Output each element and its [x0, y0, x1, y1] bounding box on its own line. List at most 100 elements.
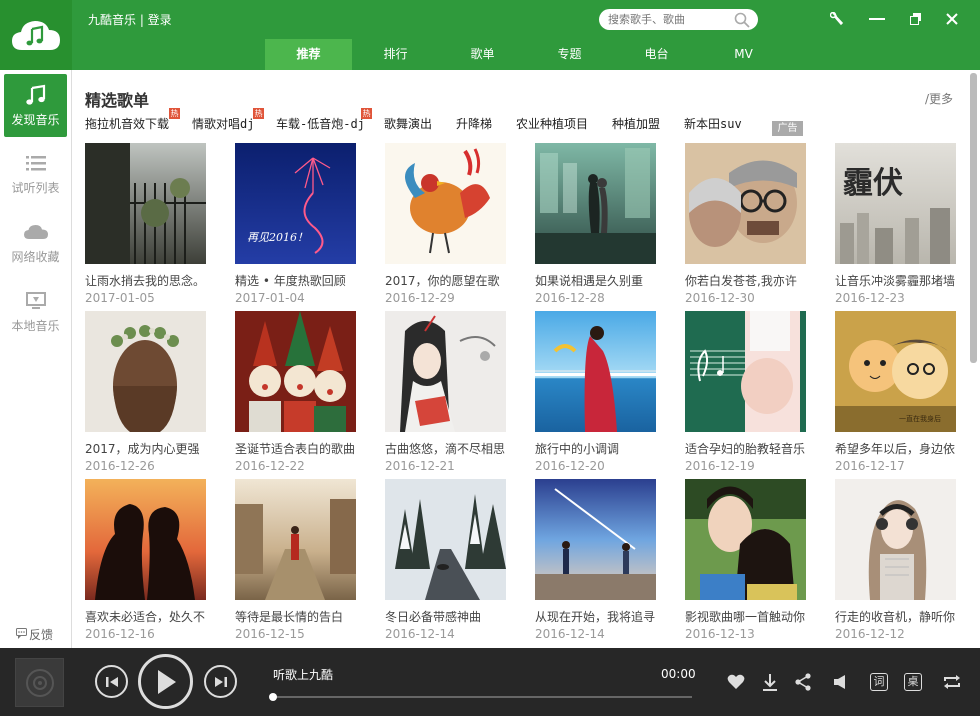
play-button[interactable] [138, 654, 193, 709]
feedback-link[interactable]: 反馈 [16, 626, 53, 643]
playlist-cover[interactable] [235, 479, 356, 600]
playlist-title[interactable]: 古曲悠悠，滴不尽相思 [385, 440, 506, 455]
settings-wrench-icon[interactable] [826, 8, 848, 30]
tab-topics[interactable]: 专题 [526, 39, 613, 70]
tab-playlists[interactable]: 歌单 [439, 39, 526, 70]
playlist-cover[interactable] [535, 479, 656, 600]
app-logo[interactable] [0, 0, 72, 70]
tag-link[interactable]: 升降梯 [456, 115, 492, 132]
tag-link[interactable]: 拖拉机音效下载热 [85, 108, 180, 132]
lyrics-button[interactable]: 词 [868, 671, 890, 693]
playlist-cover[interactable] [835, 479, 956, 600]
tab-ranking[interactable]: 排行 [352, 39, 439, 70]
playlist-cover[interactable] [385, 143, 506, 264]
playlist-card[interactable]: 古曲悠悠，滴不尽相思 2016-12-21 [385, 311, 506, 473]
tag-link[interactable]: 情歌对唱dj 热 [192, 108, 264, 132]
playlist-cover[interactable]: 一直在我身后 [835, 311, 956, 432]
playlist-cover[interactable] [85, 143, 206, 264]
desktop-lyrics-button[interactable]: 桌 [902, 671, 924, 693]
playlist-title[interactable]: 等待是最长情的告白 [235, 608, 356, 623]
app-title-login[interactable]: 九酷音乐 | 登录 [88, 11, 172, 28]
playlist-title[interactable]: 喜欢未必适合，处久不 [85, 608, 206, 623]
previous-button[interactable] [95, 665, 128, 698]
disc-icon [25, 668, 54, 697]
playlist-cover[interactable]: 再见2016！ [235, 143, 356, 264]
playlist-card[interactable]: 冬日必备带感神曲 2016-12-14 [385, 479, 506, 641]
playlist-card[interactable]: 让雨水捎去我的思念。 2017-01-05 [85, 143, 206, 305]
playlist-card[interactable]: 影视歌曲哪一首触动你 2016-12-13 [685, 479, 806, 641]
playlist-card[interactable]: 适合孕妇的胎教轻音乐 2016-12-19 [685, 311, 806, 473]
playlist-cover[interactable] [235, 311, 356, 432]
next-button[interactable] [204, 665, 237, 698]
share-icon[interactable] [792, 671, 814, 693]
playlist-card[interactable]: 你若白发苍苍,我亦许 2016-12-30 [685, 143, 806, 305]
previous-icon [105, 676, 118, 687]
playlist-card[interactable]: 旅行中的小调调 2016-12-20 [535, 311, 656, 473]
volume-icon[interactable] [830, 671, 852, 693]
playlist-card[interactable]: 一直在我身后 希望多年以后，身边依 2016-12-17 [835, 311, 956, 473]
close-icon[interactable] [941, 8, 963, 30]
sidebar-item-discover[interactable]: 发现音乐 [4, 74, 67, 137]
playlist-card[interactable]: 霾伏 让音乐冲淡雾霾那堵墙 2016-12-23 [835, 143, 956, 305]
playlist-cover[interactable] [385, 311, 506, 432]
now-playing-cover[interactable] [15, 658, 64, 707]
download-icon[interactable] [759, 671, 781, 693]
minimize-icon[interactable] [866, 8, 888, 30]
playlist-title[interactable]: 圣诞节适合表白的歌曲 [235, 440, 356, 455]
tag-link[interactable]: 新本田suv [684, 115, 742, 132]
playlist-title[interactable]: 行走的收音机，静听你 [835, 608, 956, 623]
playlist-card[interactable]: 行走的收音机，静听你 2016-12-12 [835, 479, 956, 641]
playlist-title[interactable]: 你若白发苍苍,我亦许 [685, 272, 806, 287]
playlist-cover[interactable] [685, 311, 806, 432]
playlist-card[interactable]: 喜欢未必适合，处久不 2016-12-16 [85, 479, 206, 641]
playlist-title[interactable]: 如果说相遇是久别重 [535, 272, 656, 287]
tag-link[interactable]: 种植加盟 [612, 115, 660, 132]
playlist-card[interactable]: 等待是最长情的告白 2016-12-15 [235, 479, 356, 641]
tab-recommend[interactable]: 推荐 [265, 39, 352, 70]
search-box[interactable] [599, 9, 758, 30]
playlist-title[interactable]: 影视歌曲哪一首触动你 [685, 608, 806, 623]
playlist-title[interactable]: 适合孕妇的胎教轻音乐 [685, 440, 806, 455]
playlist-title[interactable]: 旅行中的小调调 [535, 440, 656, 455]
playlist-card[interactable]: 圣诞节适合表白的歌曲 2016-12-22 [235, 311, 356, 473]
playlist-title[interactable]: 2017，成为内心更强 [85, 440, 206, 455]
playlist-title[interactable]: 让音乐冲淡雾霾那堵墙 [835, 272, 956, 287]
playlist-cover[interactable] [85, 479, 206, 600]
more-link[interactable]: /更多 [925, 90, 953, 107]
tab-mv[interactable]: MV [700, 39, 787, 70]
search-icon[interactable] [734, 12, 750, 31]
playlist-title[interactable]: 从现在开始，我将追寻 [535, 608, 656, 623]
tab-radio[interactable]: 电台 [613, 39, 700, 70]
playlist-card[interactable]: 如果说相遇是久别重 2016-12-28 [535, 143, 656, 305]
tag-link[interactable]: 车载-低音炮-dj 热 [276, 108, 372, 132]
sidebar-item-playlist[interactable]: 试听列表 [4, 142, 67, 205]
playlist-title[interactable]: 精选 • 年度热歌回顾 [235, 272, 356, 287]
playlist-cover[interactable] [85, 311, 206, 432]
restore-icon[interactable] [905, 8, 927, 30]
playlist-cover[interactable] [685, 479, 806, 600]
repeat-icon[interactable] [941, 671, 963, 693]
playlist-cover[interactable] [535, 311, 656, 432]
playlist-title[interactable]: 希望多年以后，身边依 [835, 440, 956, 455]
sidebar-item-favorites[interactable]: 网络收藏 [4, 211, 67, 274]
playlist-cover[interactable] [535, 143, 656, 264]
playlist-cover[interactable] [385, 479, 506, 600]
playlist-card[interactable]: 从现在开始，我将追寻 2016-12-14 [535, 479, 656, 641]
playlist-title[interactable]: 冬日必备带感神曲 [385, 608, 506, 623]
vertical-scrollbar[interactable] [970, 73, 977, 363]
playlist-cover[interactable]: 霾伏 [835, 143, 956, 264]
playlist-title[interactable]: 让雨水捎去我的思念。 [85, 272, 206, 287]
progress-handle[interactable] [269, 693, 277, 701]
tag-link[interactable]: 歌舞演出 [384, 115, 432, 132]
like-heart-icon[interactable] [725, 671, 747, 693]
playlist-card[interactable]: 再见2016！ 精选 • 年度热歌回顾 2017-01-04 [235, 143, 356, 305]
playlist-card[interactable]: 2017，成为内心更强 2016-12-26 [85, 311, 206, 473]
playlist-title[interactable]: 2017，你的愿望在歌 [385, 272, 506, 287]
tag-link[interactable]: 农业种植项目 [516, 115, 588, 132]
playlist-cover[interactable] [685, 143, 806, 264]
search-input[interactable] [599, 9, 729, 30]
progress-bar[interactable] [269, 693, 692, 701]
playlist-date: 2016-12-17 [835, 459, 905, 473]
sidebar-item-local[interactable]: 本地音乐 [4, 280, 67, 343]
playlist-card[interactable]: 2017，你的愿望在歌 2016-12-29 [385, 143, 506, 305]
